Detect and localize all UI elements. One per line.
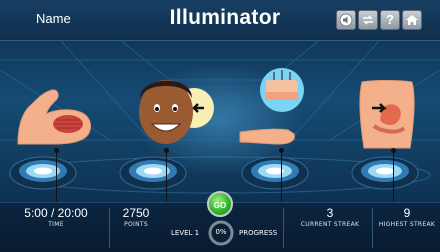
torso-stomach-icon[interactable] bbox=[352, 78, 422, 150]
current-streak-stat: 3 CURRENT STREAK bbox=[292, 206, 368, 228]
time-stat: 5:00 / 20:00 TIME bbox=[6, 206, 106, 228]
hand-skin-layers-icon[interactable] bbox=[236, 62, 316, 150]
audio-button[interactable] bbox=[336, 10, 356, 30]
flexed-arm-muscle-icon[interactable] bbox=[14, 86, 96, 148]
pedestal-4[interactable] bbox=[350, 153, 420, 193]
highest-streak-value: 9 bbox=[403, 206, 411, 220]
highest-streak-stat: 9 HIGHEST STREAK bbox=[374, 206, 440, 228]
current-streak-label: CURRENT STREAK bbox=[300, 221, 360, 228]
home-button[interactable] bbox=[402, 10, 422, 30]
points-stat: 2750 POINTS bbox=[110, 206, 162, 228]
player-name: Name bbox=[36, 11, 71, 26]
swap-icon bbox=[363, 15, 373, 25]
go-button-label: GO bbox=[213, 201, 227, 210]
pointer-line-4 bbox=[393, 150, 394, 202]
progress-value: 0% bbox=[215, 228, 227, 236]
time-value: 5:00 / 20:00 bbox=[24, 206, 88, 220]
help-icon: ? bbox=[386, 12, 394, 27]
help-button[interactable]: ? bbox=[380, 10, 400, 30]
home-icon bbox=[406, 15, 418, 25]
game-stage: Name Illuminator ? 5:00 / 20:00 TIME 275… bbox=[0, 0, 440, 252]
current-streak-value: 3 bbox=[326, 206, 334, 220]
points-label: POINTS bbox=[124, 221, 148, 228]
progress-label: PROGRESS bbox=[239, 229, 278, 237]
time-label: TIME bbox=[48, 221, 64, 228]
points-value: 2750 bbox=[122, 206, 150, 220]
pointer-pin-4 bbox=[391, 148, 396, 153]
game-title: Illuminator bbox=[169, 6, 281, 29]
pointer-pin-1 bbox=[54, 148, 59, 153]
pedestal-3[interactable] bbox=[240, 153, 310, 193]
divider bbox=[372, 208, 373, 248]
level-label: LEVEL 1 bbox=[171, 229, 200, 237]
header-bar: Name Illuminator ? bbox=[0, 0, 440, 41]
pedestal-2[interactable] bbox=[118, 153, 188, 193]
pointer-pin-3 bbox=[279, 148, 284, 153]
audio-icon bbox=[339, 13, 353, 27]
smiling-boy-face-icon[interactable] bbox=[130, 68, 216, 150]
divider bbox=[283, 208, 284, 248]
swap-button[interactable] bbox=[358, 10, 378, 30]
pointer-line-1 bbox=[56, 150, 57, 202]
pointer-pin-2 bbox=[164, 148, 169, 153]
highest-streak-label: HIGHEST STREAK bbox=[378, 221, 436, 228]
pedestal-1[interactable] bbox=[8, 153, 78, 193]
go-button[interactable]: GO bbox=[207, 191, 233, 217]
